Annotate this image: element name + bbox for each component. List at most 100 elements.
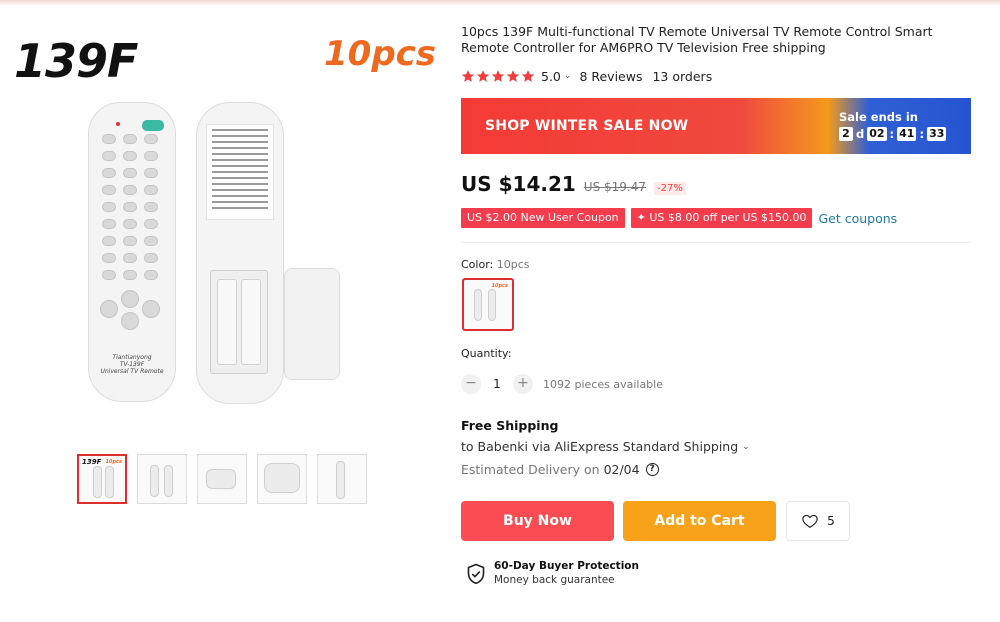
thumbnail-3[interactable] [197,454,247,504]
countdown-timer: 2 d 02 : 41 : 33 [839,127,947,141]
star-icon [506,70,520,82]
coupon-row: US $2.00 New User Coupon ✦ US $8.00 off … [461,208,897,228]
thumbnail-5[interactable] [317,454,367,504]
heart-icon [802,514,818,529]
quantity-decrease-button[interactable]: − [461,374,481,394]
shield-check-icon [467,563,485,585]
rating-value[interactable]: 5.0 [541,69,561,84]
add-to-cart-button[interactable]: Add to Cart [623,501,776,541]
shipping-destination-text: to Babenki via AliExpress Standard Shipp… [461,439,739,454]
thumbnail-4[interactable] [257,454,307,504]
remote-brand: Tiantianyong [112,354,152,361]
thumbnail-1[interactable]: 139F 10pcs [77,454,127,504]
product-title: 10pcs 139F Multi-functional TV Remote Un… [461,24,933,55]
remote-key [100,300,118,318]
countdown-days-unit: d [856,127,865,141]
countdown-minutes: 41 [897,127,917,141]
swatch-badge: 10pcs [491,283,508,289]
sale-countdown: Sale ends in 2 d 02 : 41 : 33 [839,110,947,141]
remote-key [123,185,137,195]
remote-caption: Universal TV Remote [100,368,164,375]
help-icon[interactable]: ? [645,463,659,476]
thumbnail-strip: 139F 10pcs [77,454,377,506]
battery-compartment [210,270,268,374]
color-option-10pcs[interactable]: 10pcs [462,278,514,331]
discount-badge: -27% [654,182,686,195]
store-coupon[interactable]: ✦ US $8.00 off per US $150.00 [630,208,813,228]
remote-key [102,168,116,178]
remote-key [123,219,137,229]
reviews-link[interactable]: 8 Reviews [579,69,642,84]
instruction-sticker [206,124,274,220]
remote-key [102,202,116,212]
remote-key [123,270,137,280]
remote-key [123,202,137,212]
countdown-hours: 02 [867,127,887,141]
remote-key [123,168,137,178]
remote-key [102,270,116,280]
quantity-label: Quantity: [461,347,512,360]
color-label-text: Color: [461,258,494,271]
remote-power-button [142,120,164,131]
sale-label: SHOP WINTER SALE NOW [485,118,689,134]
sale-banner[interactable]: SHOP WINTER SALE NOW Sale ends in 2 d 02… [461,98,971,154]
countdown-seconds: 33 [927,127,947,141]
product-gallery: 139F 10pcs Tiantianyong TV-139F Universa… [0,0,440,622]
color-selected-value: 10pcs [496,258,530,271]
quantity-input[interactable]: 1 [481,377,513,391]
battery-cover [284,268,340,380]
remote-key [144,253,158,263]
chevron-down-icon: ⌄ [742,441,750,452]
chevron-down-icon[interactable]: ⌄ [564,71,572,81]
remote-led [116,122,120,126]
thumbnail-model-badge: 139F [82,458,102,466]
remote-key [102,253,116,263]
sale-ends-label: Sale ends in [839,110,918,124]
remote-key [123,134,137,144]
remote-key [144,270,158,280]
product-info: 10pcs 139F Multi-functional TV Remote Un… [461,0,981,622]
remote-key [144,134,158,144]
get-coupons-link[interactable]: Get coupons [818,211,897,226]
remote-brand-label: Tiantianyong TV-139F Universal TV Remote [100,354,164,375]
remote-key [144,168,158,178]
original-price: US $19.47 [583,180,646,194]
remote-key [102,236,116,246]
remote-key [144,236,158,246]
remote-key [102,185,116,195]
quantity-increase-button[interactable]: + [513,374,533,394]
remote-key [102,151,116,161]
wishlist-button[interactable]: 5 [786,501,850,541]
star-icon [521,70,535,82]
quantity-stepper: − 1 + 1092 pieces available [461,374,663,394]
new-user-coupon[interactable]: US $2.00 New User Coupon [461,208,625,228]
image-quantity-badge: 10pcs [324,34,437,74]
remote-key [144,185,158,195]
remote-key [123,253,137,263]
shipping-destination[interactable]: to Babenki via AliExpress Standard Shipp… [461,439,750,454]
star-icon [461,70,475,82]
countdown-separator: : [919,127,925,141]
remote-key [121,290,139,308]
remote-key [142,300,160,318]
thumbnail-qty-badge: 10pcs [105,459,122,465]
delivery-date: 02/04 [603,462,640,477]
shipping-title: Free Shipping [461,418,559,433]
buyer-protection: 60-Day Buyer Protection Money back guara… [466,559,639,587]
buy-now-button[interactable]: Buy Now [461,501,614,541]
protection-subtitle: Money back guarantee [494,574,615,586]
star-icon [476,70,490,82]
current-price: US $14.21 [461,172,576,196]
remote-key [102,219,116,229]
image-model-badge: 139F [14,34,138,88]
delivery-label: Estimated Delivery on [461,462,600,477]
remote-key [123,151,137,161]
orders-count: 13 orders [652,68,713,84]
remote-key [102,134,116,144]
action-buttons: Buy Now Add to Cart 5 [461,501,850,541]
stock-available: 1092 pieces available [543,377,663,391]
thumbnail-2[interactable] [137,454,187,504]
remote-key [121,312,139,330]
remote-key [123,236,137,246]
delivery-estimate: Estimated Delivery on 02/04 ? [461,462,659,477]
